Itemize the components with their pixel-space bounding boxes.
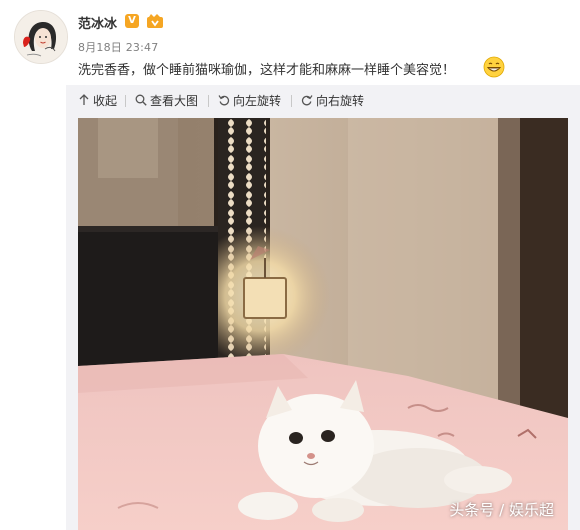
arrow-up-icon: [79, 94, 89, 105]
post-photo[interactable]: 头条号 / 娱乐超: [78, 118, 568, 530]
magnifier-icon: [135, 94, 147, 106]
rotate-left-button[interactable]: 向左旋转: [218, 92, 281, 110]
view-large-button[interactable]: 查看大图: [135, 92, 198, 110]
post-text: 洗完香香，做个睡前猫咪瑜伽，这样才能和麻麻一样睡个美容觉！: [78, 63, 456, 78]
rotate-left-icon: [218, 95, 230, 106]
rotate-right-icon: [301, 95, 313, 106]
collapse-label: 收起: [93, 94, 118, 108]
avatar-portrait-icon: [15, 11, 67, 63]
toolbar-divider: [208, 95, 209, 107]
photo-watermark: 头条号 / 娱乐超: [449, 501, 554, 519]
weibo-post: 范冰冰 V 8月18日 23:47 洗完香香，做个睡前猫咪瑜伽，这样才能和麻麻一…: [0, 0, 580, 530]
grin-emoji-icon: [483, 56, 505, 78]
rotate-left-label: 向左旋转: [233, 94, 282, 108]
collapse-button[interactable]: 收起: [78, 92, 117, 110]
member-crown-icon[interactable]: [146, 13, 164, 29]
rotate-right-button[interactable]: 向右旋转: [301, 92, 364, 110]
post-time[interactable]: 8月18日 23:47: [78, 39, 158, 55]
view-large-label: 查看大图: [150, 94, 199, 108]
toolbar-divider: [291, 95, 292, 107]
rotate-right-label: 向右旋转: [316, 94, 365, 108]
author-avatar[interactable]: [14, 10, 68, 64]
author-name[interactable]: 范冰冰: [78, 13, 117, 32]
toolbar-divider: [125, 95, 126, 107]
cat-on-bed-photo: [78, 118, 568, 530]
verified-v-icon: V: [125, 14, 139, 28]
